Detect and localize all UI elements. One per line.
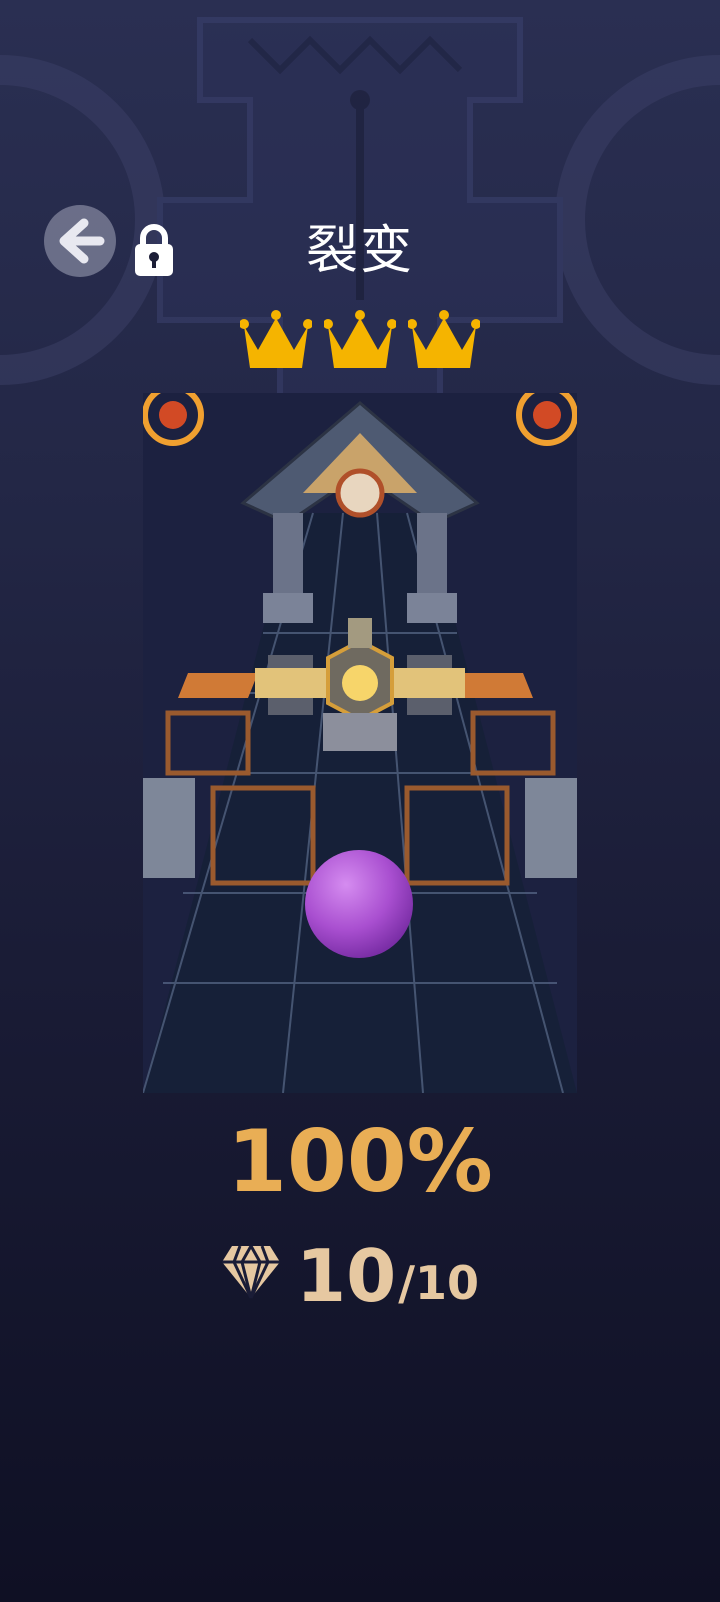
gems-collected: 10 — [296, 1234, 397, 1318]
player-ball — [305, 850, 413, 958]
diamond-icon — [222, 1245, 280, 1299]
level-title: 裂变 — [305, 221, 414, 281]
completion-percent: 100% — [227, 1112, 493, 1212]
gem-counter: 10 /10 — [220, 1232, 479, 1312]
crown-icon — [324, 310, 396, 368]
level-preview[interactable] — [143, 393, 577, 1093]
level-preview-art — [143, 393, 577, 1093]
crown-icon — [408, 310, 480, 368]
gems-total: /10 — [398, 1256, 480, 1310]
crown-icon — [240, 310, 312, 368]
crown-rating — [240, 306, 480, 376]
